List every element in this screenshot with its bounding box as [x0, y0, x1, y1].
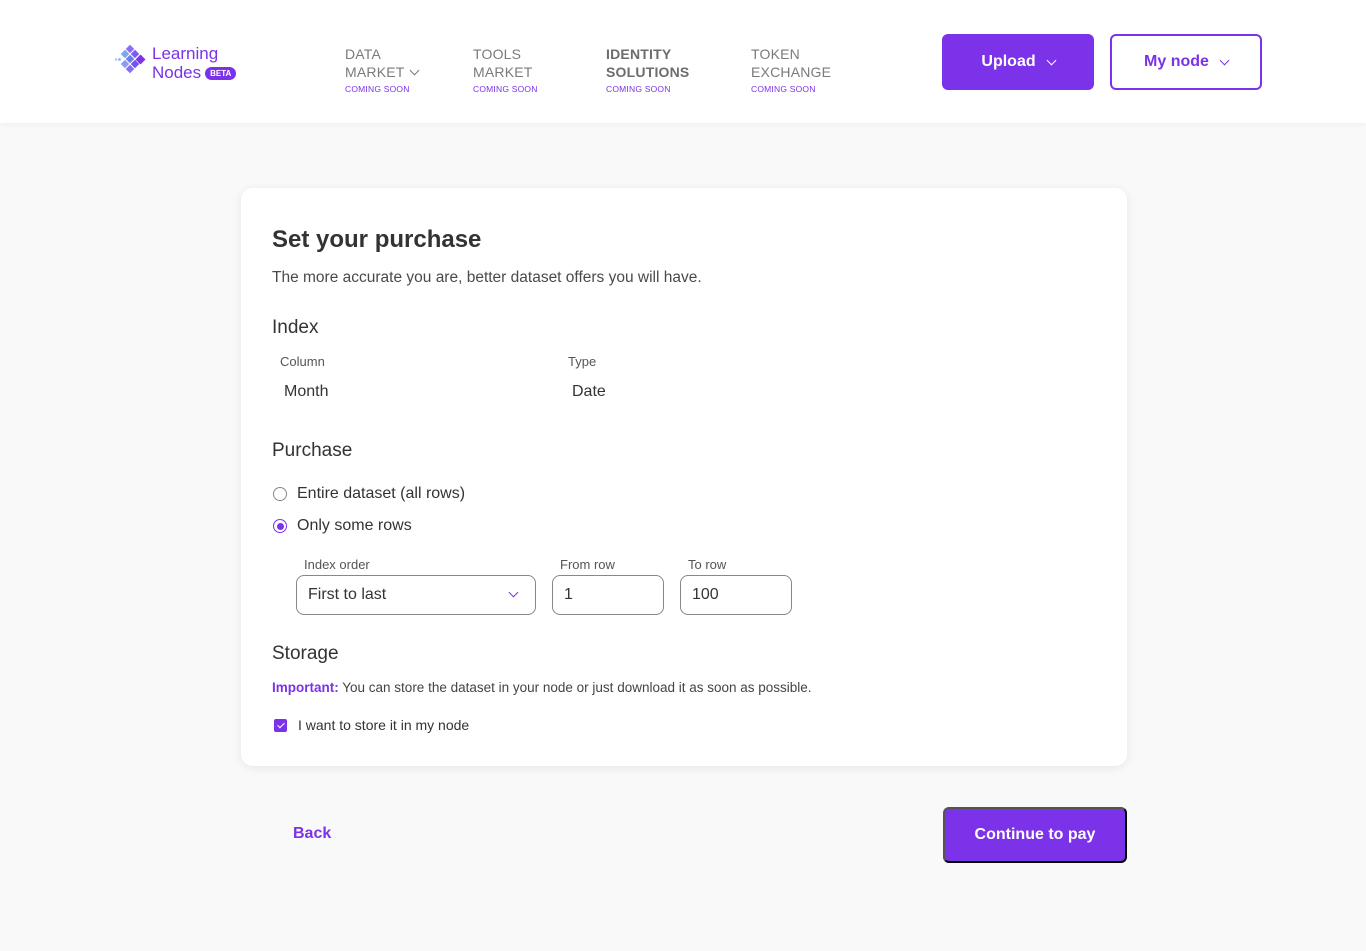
index-order-select[interactable]: First to last — [296, 575, 536, 615]
logo[interactable]: Learning Nodes BETA — [113, 44, 237, 82]
nav-token-exchange-line1: TOKEN — [751, 46, 800, 62]
nav-identity-solutions-line1: IDENTITY — [606, 46, 672, 62]
index-order-label: Index order — [304, 557, 370, 572]
radio-entire-dataset[interactable]: Entire dataset (all rows) — [273, 485, 465, 503]
my-node-button[interactable]: My node — [1110, 34, 1262, 90]
storage-important-note: Important: You can store the dataset in … — [272, 680, 812, 695]
page-title: Set your purchase — [272, 226, 482, 253]
nav-identity-solutions-line2: SOLUTIONS — [606, 64, 690, 80]
chevron-down-icon — [1046, 55, 1057, 65]
to-row-input[interactable]: 100 — [680, 575, 792, 615]
chevron-down-icon — [508, 587, 519, 598]
nav-identity-solutions[interactable]: IDENTITY SOLUTIONS COMING SOON — [606, 45, 689, 94]
nav-tools-market[interactable]: TOOLS MARKET COMING SOON — [473, 45, 538, 94]
nav-token-exchange[interactable]: TOKEN EXCHANGE COMING SOON — [751, 45, 831, 94]
continue-to-pay-button[interactable]: Continue to pay — [943, 807, 1127, 863]
important-text: You can store the dataset in your node o… — [338, 680, 812, 695]
nav-data-market-line1: DATA — [345, 46, 382, 62]
radio-button[interactable] — [273, 487, 287, 501]
important-label: Important: — [272, 680, 339, 695]
radio-only-some-rows-label: Only some rows — [297, 517, 412, 534]
nav-tools-market-line2: MARKET — [473, 64, 533, 80]
purchase-heading: Purchase — [272, 440, 353, 461]
from-row-value: 1 — [564, 586, 573, 603]
coming-soon-badge: COMING SOON — [751, 84, 816, 94]
to-row-value: 100 — [692, 586, 719, 603]
store-in-node-checkbox-row[interactable]: I want to store it in my node — [274, 717, 469, 733]
chevron-down-icon — [1219, 55, 1230, 65]
column-value: Month — [284, 383, 329, 400]
logo-line2: Nodes — [152, 63, 202, 82]
my-node-button-label: My node — [1144, 53, 1209, 70]
storage-heading: Storage — [272, 643, 339, 664]
back-button[interactable]: Back — [293, 825, 331, 843]
column-label: Column — [280, 354, 325, 369]
type-value: Date — [572, 383, 606, 400]
upload-button-label: Upload — [981, 53, 1036, 70]
from-row-input[interactable]: 1 — [552, 575, 664, 615]
coming-soon-badge: COMING SOON — [473, 84, 538, 94]
coming-soon-badge: COMING SOON — [606, 84, 671, 94]
nav-data-market[interactable]: DATA MARKET COMING SOON — [345, 45, 419, 94]
index-heading: Index — [272, 317, 319, 338]
radio-button[interactable] — [273, 519, 287, 533]
store-in-node-checkbox[interactable] — [274, 718, 287, 732]
logo-icon — [114, 44, 146, 74]
chevron-down-icon — [409, 65, 419, 76]
type-label: Type — [568, 354, 597, 369]
to-row-label: To row — [688, 557, 727, 572]
store-in-node-label: I want to store it in my node — [298, 717, 470, 733]
beta-badge: BETA — [205, 67, 237, 81]
upload-button[interactable]: Upload — [942, 34, 1094, 90]
continue-to-pay-label: Continue to pay — [974, 826, 1096, 843]
coming-soon-badge: COMING SOON — [345, 84, 410, 94]
nav-token-exchange-line2: EXCHANGE — [751, 64, 832, 80]
top-header: Learning Nodes BETA DATA MARKET COMING SO… — [0, 0, 1366, 123]
radio-only-some-rows[interactable]: Only some rows — [273, 517, 412, 535]
radio-entire-dataset-label: Entire dataset (all rows) — [297, 485, 466, 502]
index-order-value: First to last — [308, 586, 387, 603]
logo-line1: Learning — [152, 44, 219, 63]
from-row-label: From row — [560, 557, 615, 572]
purchase-card: Set your purchase The more accurate you … — [241, 188, 1127, 766]
nav-data-market-line2: MARKET — [345, 64, 405, 80]
page-subtitle: The more accurate you are, better datase… — [272, 269, 702, 286]
nav-tools-market-line1: TOOLS — [473, 46, 522, 62]
